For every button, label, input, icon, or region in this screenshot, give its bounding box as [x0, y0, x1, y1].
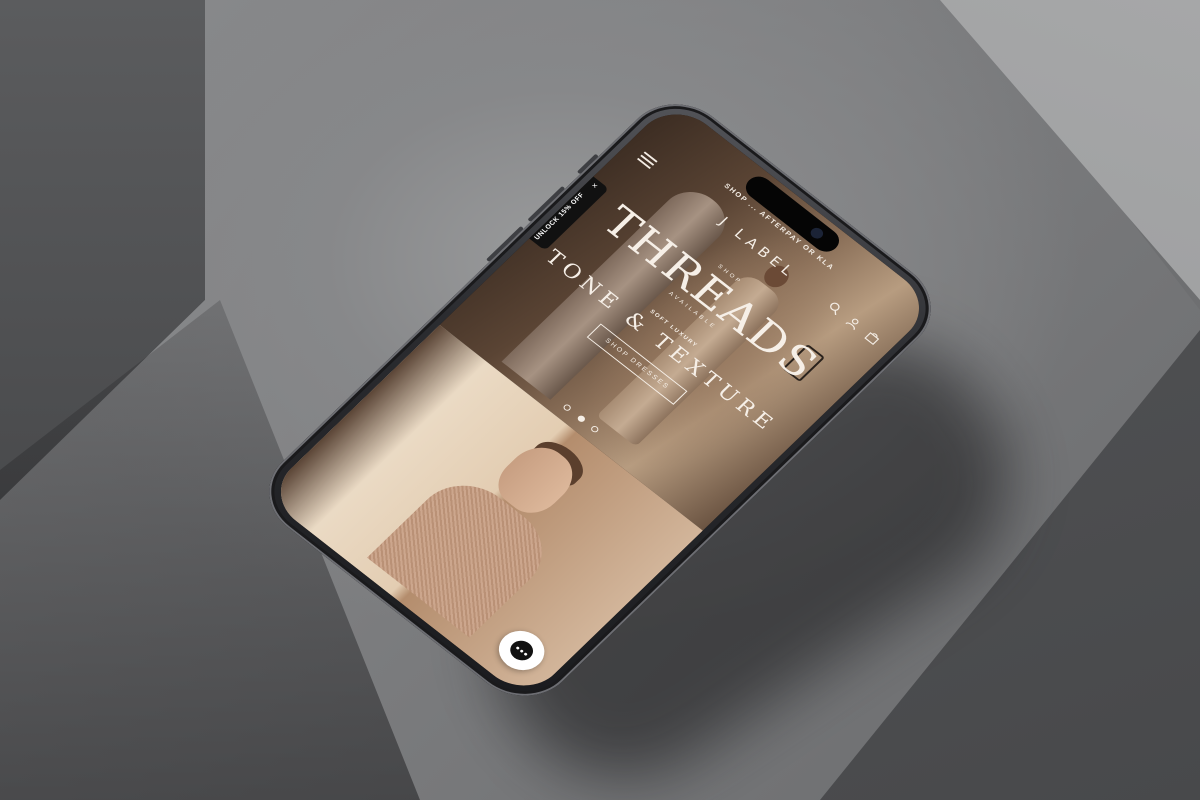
carousel-dot[interactable] [562, 403, 573, 413]
camera-icon [808, 225, 826, 241]
account-icon[interactable] [844, 314, 864, 332]
carousel-dot[interactable] [589, 424, 600, 434]
carousel-dot-active[interactable] [575, 413, 587, 423]
background-scene: SHOP THREADS AVAILABLE SOFT LUXURY TONE … [0, 0, 1200, 800]
chat-icon [505, 636, 538, 665]
